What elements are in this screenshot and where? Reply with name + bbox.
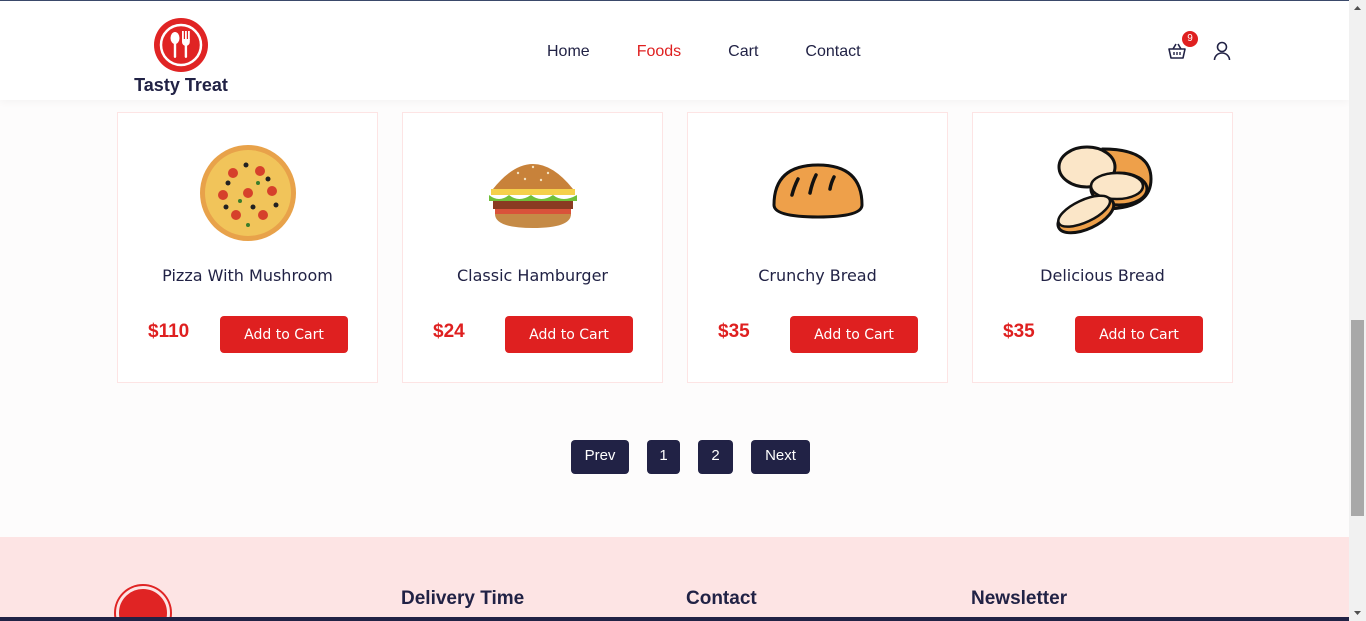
bread-image (768, 143, 868, 243)
product-card: Pizza With Mushroom $110 Add to Cart (117, 112, 378, 383)
cart-count-badge: 9 (1182, 31, 1198, 47)
nav-cart[interactable]: Cart (728, 43, 758, 61)
nav-home[interactable]: Home (547, 43, 590, 61)
product-card: Delicious Bread $35 Add to Cart (972, 112, 1233, 383)
sliced-bread-image (1053, 143, 1153, 243)
product-card: Classic Hamburger $24 Add to Cart (402, 112, 663, 383)
pizza-image (198, 143, 298, 243)
next-page-button[interactable]: Next (751, 440, 810, 474)
brand-logo[interactable]: Tasty Treat (133, 18, 229, 96)
page-1-button[interactable]: 1 (647, 440, 680, 474)
product-title: Pizza With Mushroom (162, 266, 333, 285)
product-card: Crunchy Bread $35 Add to Cart (687, 112, 948, 383)
product-title: Crunchy Bread (758, 266, 877, 285)
add-to-cart-button[interactable]: Add to Cart (505, 316, 633, 353)
footer-contact-heading: Contact (686, 588, 757, 609)
footer-newsletter-heading: Newsletter (971, 588, 1068, 609)
product-price: $24 (433, 321, 465, 342)
add-to-cart-button[interactable]: Add to Cart (220, 316, 348, 353)
scroll-up-arrow-icon[interactable] (1349, 0, 1366, 17)
page-2-button[interactable]: 2 (698, 440, 733, 474)
nav-foods[interactable]: Foods (637, 43, 681, 61)
hamburger-image (483, 143, 583, 243)
taskbar-edge (0, 617, 1349, 621)
product-price: $35 (1003, 321, 1035, 342)
brand-name: Tasty Treat (134, 75, 228, 95)
site-footer: Delivery Time Contact Newsletter (0, 537, 1349, 621)
add-to-cart-button[interactable]: Add to Cart (790, 316, 918, 353)
footer-logo-icon (116, 586, 170, 621)
prev-page-button[interactable]: Prev (571, 440, 629, 474)
main-nav: Home Foods Cart Contact (547, 43, 908, 61)
user-icon[interactable] (1213, 41, 1231, 61)
product-price: $110 (148, 321, 190, 342)
site-header: Tasty Treat Home Foods Cart Contact 9 (0, 1, 1349, 100)
page-scrollbar[interactable] (1349, 0, 1366, 621)
scroll-down-arrow-icon[interactable] (1349, 604, 1366, 621)
add-to-cart-button[interactable]: Add to Cart (1075, 316, 1203, 353)
product-price: $35 (718, 321, 750, 342)
scrollbar-thumb[interactable] (1351, 320, 1364, 516)
product-title: Delicious Bread (1040, 266, 1165, 285)
nav-contact[interactable]: Contact (805, 43, 860, 61)
fork-spoon-icon (154, 18, 208, 72)
footer-delivery-heading: Delivery Time (401, 588, 525, 609)
product-title: Classic Hamburger (456, 266, 608, 285)
